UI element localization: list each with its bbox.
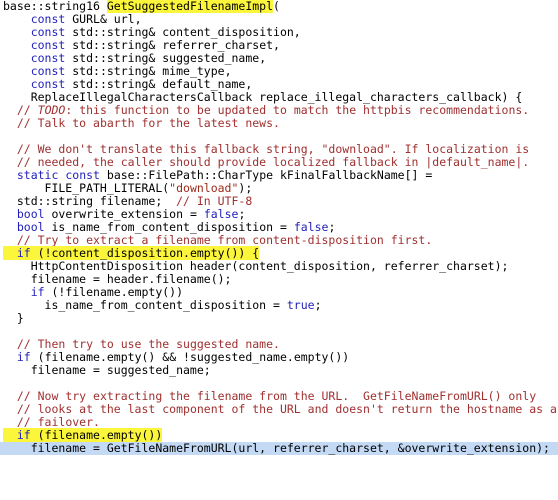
- code-token-highlighted: (!content_disposition.empty()) {: [30, 246, 260, 260]
- code-token: ReplaceIllegalCharactersCallback replace…: [3, 90, 523, 104]
- code-token: base::FilePath::CharType kFinalFallbackN…: [99, 168, 433, 182]
- source-code-viewer[interactable]: base::string16 GetSuggestedFilenameImpl(…: [0, 0, 558, 500]
- code-line-list: base::string16 GetSuggestedFilenameImpl(…: [0, 0, 558, 455]
- code-token: false: [293, 220, 329, 234]
- code-token: (filename.empty() && !suggested_name.emp…: [30, 350, 350, 364]
- code-token: bool: [16, 207, 45, 221]
- code-line[interactable]: filename = GetFileNameFromURL(url, refer…: [0, 442, 558, 455]
- code-token: (!filename.empty()): [44, 285, 184, 299]
- code-token: overwrite_extension =: [44, 207, 204, 221]
- code-token: const: [30, 77, 66, 91]
- code-token: ;: [314, 298, 322, 312]
- code-line[interactable]: filename = suggested_name;: [0, 364, 558, 377]
- code-token: std::string& referrer_charset,: [65, 38, 280, 52]
- code-token: const: [30, 64, 66, 78]
- code-token-highlighted: if: [16, 246, 31, 260]
- code-token: std::string& default_name,: [65, 77, 253, 91]
- code-token: filename = header.filename();: [3, 272, 232, 286]
- code-token: : this function to be updated to match t…: [65, 103, 530, 117]
- code-line[interactable]: is_name_from_content_disposition = true;: [0, 299, 558, 312]
- code-token: // needed, the caller should provide loc…: [16, 155, 530, 169]
- code-token: const: [30, 25, 66, 39]
- code-token: // Try to extract a filename from conten…: [16, 233, 433, 247]
- code-token-highlighted: [3, 246, 17, 260]
- code-token: static: [16, 168, 59, 182]
- code-token: filename = suggested_name;: [3, 363, 211, 377]
- code-token: const: [30, 38, 66, 52]
- code-token: // failover.: [16, 415, 100, 429]
- code-token: if: [30, 285, 45, 299]
- code-token: );: [238, 181, 253, 195]
- code-token: //: [16, 103, 38, 117]
- code-token: (: [273, 0, 280, 13]
- code-token: is_name_from_content_disposition =: [3, 298, 287, 312]
- code-token: std::string& suggested_name,: [65, 51, 267, 65]
- code-token: const: [30, 12, 66, 26]
- code-token-highlighted: [3, 428, 17, 442]
- code-token: "download": [169, 181, 239, 195]
- code-token: ;: [328, 220, 336, 234]
- code-token: GURL& url,: [65, 12, 142, 26]
- code-token-highlighted: (filename.empty()): [30, 428, 163, 442]
- code-token: filename = GetFileNameFromURL(url, refer…: [3, 441, 550, 455]
- code-token: bool: [16, 220, 45, 234]
- code-token: TODO: [37, 103, 66, 117]
- code-line[interactable]: // Talk to abarth for the latest news.: [0, 117, 558, 130]
- code-token: if: [16, 350, 31, 364]
- code-token: std::string& mime_type,: [65, 64, 232, 78]
- code-token: ;: [238, 207, 246, 221]
- code-token: }: [3, 311, 24, 325]
- code-token-highlighted: if: [16, 428, 31, 442]
- code-token: const: [30, 51, 66, 65]
- code-token: // Now try extracting the filename from …: [16, 389, 537, 403]
- code-token: // We don't translate this fallback stri…: [16, 142, 530, 156]
- code-token: // looks at the last component of the UR…: [16, 402, 557, 416]
- code-token: HttpContentDisposition header(content_di…: [3, 259, 509, 273]
- code-token: std::string filename;: [3, 194, 177, 208]
- code-line[interactable]: }: [0, 312, 558, 325]
- code-token: is_name_from_content_disposition =: [44, 220, 294, 234]
- code-token: const: [65, 168, 100, 182]
- code-token: true: [286, 298, 315, 312]
- code-token: // Then try to use the suggested name.: [16, 337, 280, 351]
- code-token: // Talk to abarth for the latest news.: [16, 116, 280, 130]
- code-token: // In UTF-8: [176, 194, 253, 208]
- code-token: false: [203, 207, 239, 221]
- code-token: FILE_PATH_LITERAL(: [3, 181, 170, 195]
- code-token: std::string& content_disposition,: [65, 25, 301, 39]
